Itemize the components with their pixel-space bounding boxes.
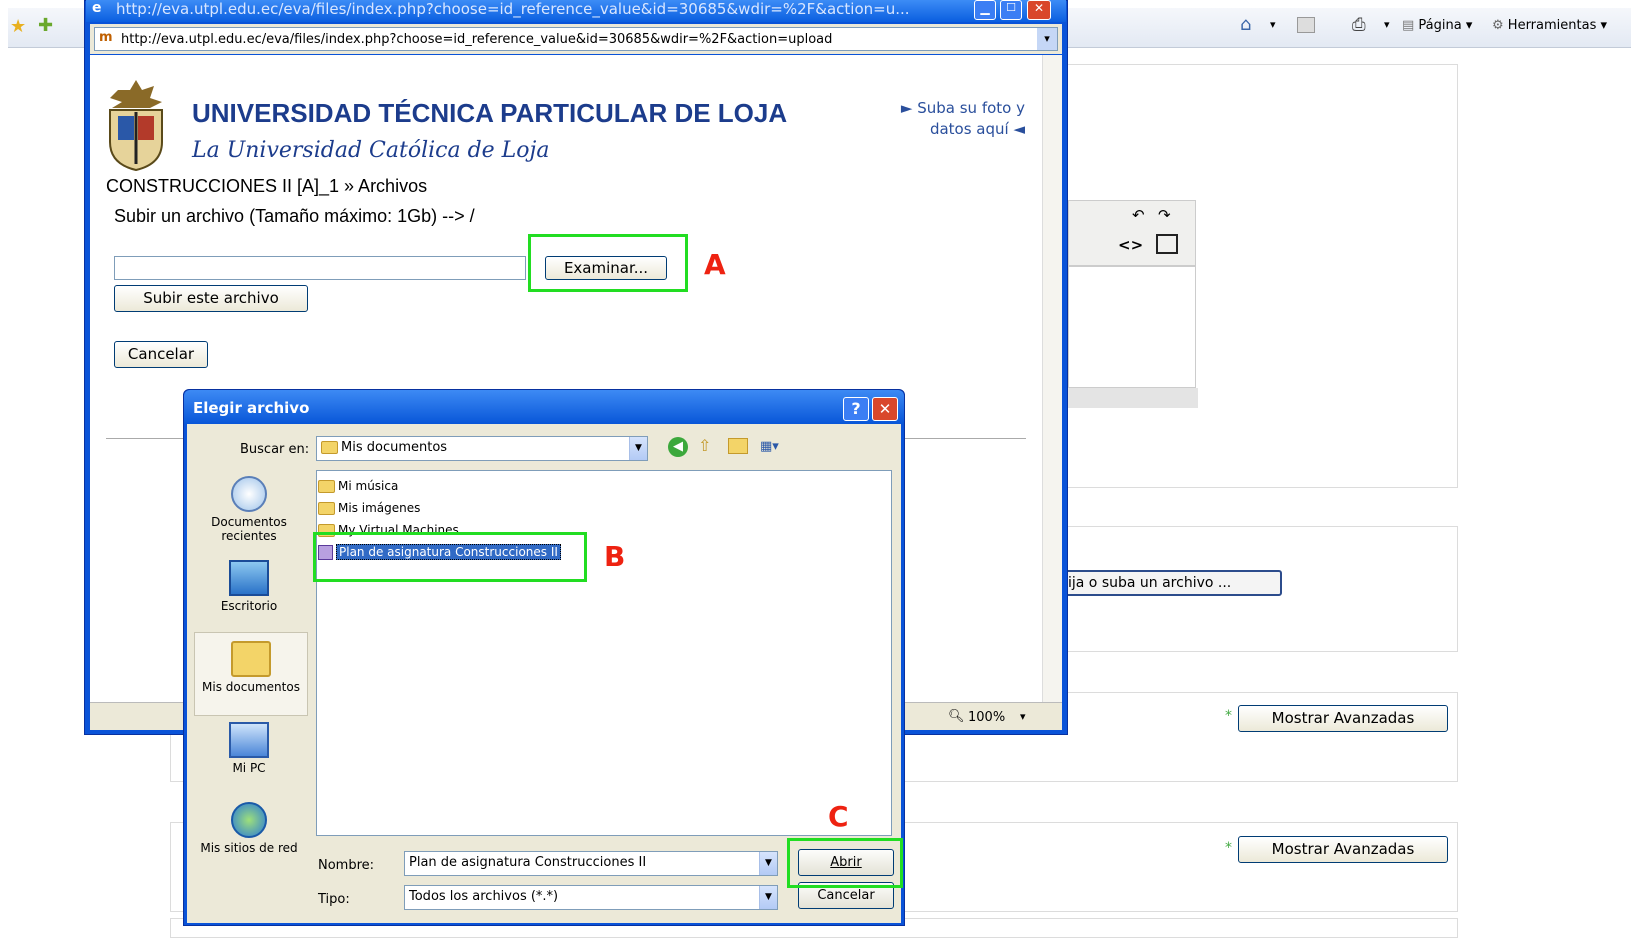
dialog-help-button[interactable]: ?: [843, 397, 869, 421]
zoom-dropdown-icon[interactable]: ▾: [1020, 710, 1026, 723]
annotation-letter-a: A: [704, 248, 726, 281]
zoom-level[interactable]: 100%: [968, 710, 1005, 725]
upload-file-button[interactable]: Subir este archivo: [114, 285, 308, 312]
place-desktop[interactable]: Escritorio: [194, 560, 304, 613]
file-item-pictures-label: Mis imágenes: [338, 501, 421, 515]
feeds-icon[interactable]: [1297, 17, 1315, 33]
tools-menu-label: Herramientas: [1507, 18, 1597, 33]
print-dropdown-icon[interactable]: ▾: [1384, 18, 1390, 31]
desktop-icon: [229, 560, 269, 596]
annotation-letter-b: B: [604, 540, 626, 573]
page-icon: ▤: [1402, 18, 1419, 33]
bg-editor-statusbar: [1068, 388, 1198, 408]
file-item-music-label: Mi música: [338, 479, 399, 493]
add-favorite-icon[interactable]: ✚: [38, 15, 53, 36]
highlight-b: [313, 532, 587, 582]
home-icon[interactable]: ⌂: [1240, 14, 1251, 35]
page-menu-label: Página: [1418, 18, 1462, 33]
required-asterisk-2: *: [1225, 840, 1232, 856]
folder-icon: [321, 441, 338, 454]
popup-address-text: http://eva.utpl.edu.ec/eva/files/index.p…: [121, 32, 833, 47]
place-recent-documents[interactable]: Documentos recientes: [194, 476, 304, 543]
place-my-documents-label: Mis documentos: [202, 680, 300, 694]
required-asterisk-1: *: [1225, 708, 1232, 724]
popup-address-bar[interactable]: m http://eva.utpl.edu.ec/eva/files/index…: [94, 27, 1058, 51]
place-my-computer[interactable]: Mi PC: [194, 722, 304, 775]
popup-cancel-button[interactable]: Cancelar: [114, 341, 208, 368]
upload-heading: Subir un archivo (Tamaño máximo: 1Gb) --…: [114, 206, 475, 226]
filename-input[interactable]: Plan de asignatura Construcciones II ▼: [404, 851, 778, 876]
network-icon: [231, 802, 267, 838]
page-menu[interactable]: ▤ Página ▾: [1402, 18, 1472, 33]
my-computer-icon: [229, 722, 269, 758]
html-source-icon[interactable]: <>: [1118, 236, 1143, 254]
tools-menu[interactable]: ⚙ Herramientas ▾: [1492, 18, 1607, 33]
recent-documents-icon: [231, 476, 267, 512]
up-folder-icon[interactable]: ⇧: [698, 436, 711, 455]
university-subtitle: La Universidad Católica de Loja: [192, 138, 550, 163]
print-icon[interactable]: ⎙: [1352, 15, 1366, 35]
university-name: UNIVERSIDAD TÉCNICA PARTICULAR DE LOJA: [192, 98, 788, 128]
popup-close-button[interactable]: ✕: [1027, 0, 1051, 20]
moodle-favicon-icon: m: [99, 30, 113, 45]
fullscreen-icon[interactable]: [1156, 234, 1178, 254]
look-in-value: Mis documentos: [341, 440, 448, 455]
home-dropdown-icon[interactable]: ▾: [1270, 18, 1276, 31]
file-item-music[interactable]: Mi música: [318, 477, 398, 495]
pictures-folder-icon: [318, 502, 335, 515]
popup-title: http://eva.utpl.edu.ec/eva/files/index.p…: [116, 0, 910, 18]
file-path-input[interactable]: [114, 256, 526, 280]
filetype-dropdown-arrow-icon[interactable]: ▼: [759, 886, 777, 909]
popup-scrollbar[interactable]: [1042, 55, 1062, 707]
my-documents-icon: [231, 641, 271, 677]
look-in-label: Buscar en:: [240, 442, 310, 457]
filetype-label: Tipo:: [318, 892, 350, 907]
maximize-button[interactable]: ☐: [1000, 0, 1022, 20]
place-network-label: Mis sitios de red: [200, 841, 298, 855]
place-desktop-label: Escritorio: [220, 599, 278, 613]
filename-label: Nombre:: [318, 858, 375, 873]
music-folder-icon: [318, 480, 335, 493]
breadcrumb: CONSTRUCCIONES II [A]_1 » Archivos: [106, 176, 428, 196]
show-advanced-button-2[interactable]: Mostrar Avanzadas: [1238, 836, 1448, 863]
filename-dropdown-arrow-icon[interactable]: ▼: [759, 852, 777, 875]
address-dropdown-icon[interactable]: ▾: [1037, 28, 1057, 50]
undo-icon[interactable]: ↶: [1132, 206, 1145, 224]
dialog-close-button[interactable]: ✕: [872, 397, 898, 421]
filename-value: Plan de asignatura Construcciones II: [409, 855, 647, 870]
bg-editor-area[interactable]: [1068, 266, 1196, 388]
place-network[interactable]: Mis sitios de red: [194, 802, 304, 855]
photo-link-line2[interactable]: datos aquí ◄: [895, 120, 1025, 138]
filetype-dropdown[interactable]: Todos los archivos (*.*) ▼: [404, 885, 778, 910]
gear-icon: ⚙: [1492, 18, 1508, 33]
highlight-a: [528, 234, 688, 292]
ie-logo-icon: e: [92, 0, 102, 16]
favorites-star-icon[interactable]: ★: [10, 16, 26, 37]
new-folder-icon[interactable]: [728, 438, 748, 454]
zoom-icon: 🔍︎: [948, 709, 965, 724]
minimize-button[interactable]: ▁: [974, 0, 996, 20]
place-recent-documents-label: Documentos recientes: [211, 515, 287, 543]
photo-link-line1[interactable]: ► Suba su foto y: [895, 99, 1025, 117]
show-advanced-button-1[interactable]: Mostrar Avanzadas: [1238, 705, 1448, 732]
place-my-computer-label: Mi PC: [232, 761, 266, 775]
place-my-documents[interactable]: Mis documentos: [194, 632, 308, 716]
view-menu-icon[interactable]: ▦▾: [760, 439, 779, 454]
university-crest-icon: [104, 76, 168, 172]
dialog-title: Elegir archivo: [193, 399, 310, 417]
choose-file-button[interactable]: ija o suba un archivo ...: [1060, 570, 1282, 596]
highlight-c: [787, 838, 903, 888]
look-in-dropdown[interactable]: Mis documentos ▼: [316, 436, 648, 461]
annotation-letter-c: C: [828, 800, 849, 833]
file-item-pictures[interactable]: Mis imágenes: [318, 499, 420, 517]
filetype-value: Todos los archivos (*.*): [409, 889, 559, 904]
redo-icon[interactable]: ↷: [1158, 206, 1171, 224]
back-icon[interactable]: ◀: [668, 437, 688, 457]
look-in-dropdown-arrow-icon[interactable]: ▼: [629, 437, 647, 460]
